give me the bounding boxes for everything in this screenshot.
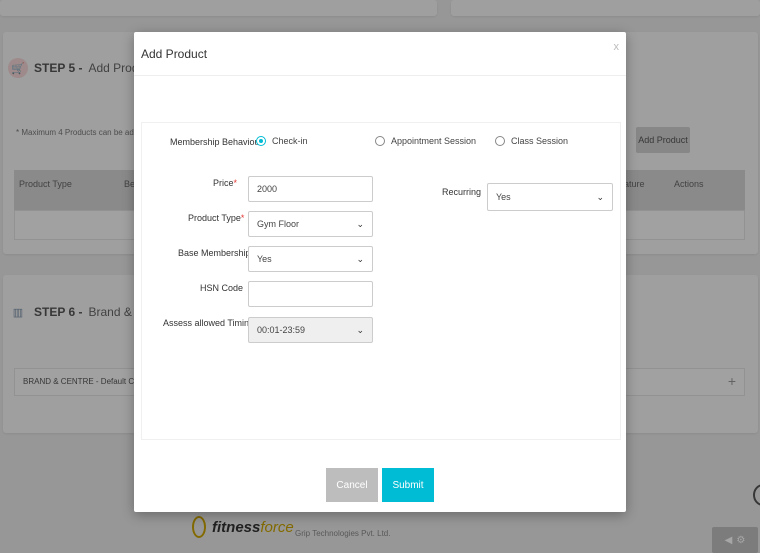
product-form	[141, 122, 621, 440]
price-label: Price*	[213, 178, 238, 188]
price-input[interactable]: 2000	[248, 176, 373, 202]
radio-class-session[interactable]: Class Session	[495, 136, 568, 146]
chevron-down-icon: ⌄	[596, 191, 604, 202]
radio-class-session-label: Class Session	[511, 136, 569, 146]
recurring-label: Recurring	[442, 187, 482, 197]
close-icon[interactable]: x	[614, 41, 620, 53]
modal-title: Add Product	[141, 47, 208, 61]
radio-check-in-label: Check-in	[272, 136, 308, 146]
radio-unchecked-icon	[495, 136, 505, 146]
hsn-code-input[interactable]	[248, 281, 373, 307]
chevron-down-icon: ⌄	[356, 218, 364, 229]
product-type-label: Product Type*	[188, 213, 245, 223]
radio-unchecked-icon	[375, 136, 385, 146]
base-membership-select[interactable]: Yes ⌄	[248, 246, 373, 272]
recurring-select[interactable]: Yes ⌄	[487, 183, 613, 211]
radio-check-in[interactable]: Check-in	[256, 136, 308, 146]
hsn-code-label: HSN Code	[200, 283, 244, 293]
modal-header: Add Product x	[134, 32, 626, 76]
radio-appointment-session[interactable]: Appointment Session	[375, 136, 476, 146]
chevron-down-icon: ⌄	[356, 253, 364, 264]
submit-button[interactable]: Submit	[382, 468, 434, 502]
base-membership-label: Base Membership	[178, 248, 251, 258]
chevron-down-icon: ⌄	[356, 324, 364, 335]
radio-appointment-label: Appointment Session	[391, 136, 477, 146]
assess-timing-label: Assess allowed Timing	[163, 318, 255, 328]
product-type-select[interactable]: Gym Floor ⌄	[248, 211, 373, 237]
radio-checked-icon	[256, 136, 266, 146]
cancel-button[interactable]: Cancel	[326, 468, 378, 502]
add-product-modal: Add Product x Membership Behaviour Check…	[134, 32, 626, 512]
assess-timing-select[interactable]: 00:01-23:59 ⌄	[248, 317, 373, 343]
membership-behaviour-label: Membership Behaviour	[170, 137, 263, 147]
